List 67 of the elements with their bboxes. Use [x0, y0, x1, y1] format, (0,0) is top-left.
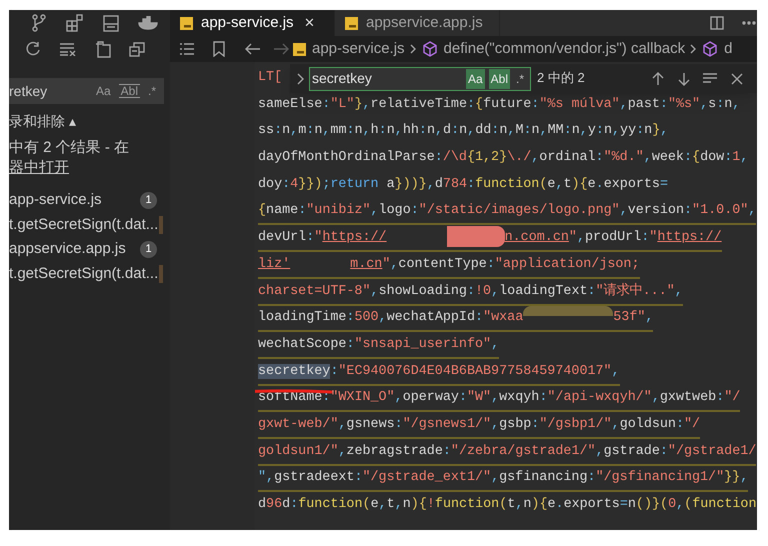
more-actions-icon[interactable] [742, 21, 756, 25]
js-file-icon [293, 42, 306, 56]
regex-toggle[interactable]: .* [514, 68, 526, 88]
editor-tab[interactable]: app-service.js × [170, 10, 335, 36]
code-line: {name:"unibiz",logo:"/static/images/logo.png",version:"1.0.0", [258, 199, 756, 226]
open-in-editor-link[interactable]: 器中打开 [9, 158, 69, 178]
code-line: loadingTime:500,wechatAppId:"wxaa 53f", [258, 306, 654, 332]
match-case-toggle[interactable]: Aa [94, 82, 113, 100]
filter-toggle[interactable]: 录和排除 ▴ [9, 110, 170, 132]
forward-arrow-icon[interactable] [273, 43, 289, 55]
collapse-all-icon[interactable] [129, 41, 145, 57]
regex-toggle[interactable]: .* [146, 82, 158, 100]
match-count-badge: 1 [140, 240, 157, 258]
breadcrumb-file[interactable]: app-service.js [312, 38, 405, 60]
code-line: liz' m.cn",contentType:"application/json; [258, 252, 640, 279]
extensions-icon[interactable] [66, 14, 84, 32]
bookmark-icon[interactable] [213, 41, 225, 57]
code-line: wechatScope:"snsapi_userinfo", [258, 332, 500, 359]
chevron-right-icon[interactable] [296, 72, 304, 84]
result-file[interactable]: appservice.app.js [9, 238, 140, 260]
next-match-icon[interactable] [678, 72, 690, 86]
result-match[interactable]: t.getSecretSign(t.dat... [9, 262, 158, 285]
split-editor-icon[interactable] [710, 16, 724, 30]
find-in-selection-icon[interactable] [702, 72, 718, 84]
new-file-icon[interactable] [95, 40, 111, 58]
code-line: LT[ [258, 69, 282, 87]
code-line: ss:n,m:n,mm:n,h:n,hh:n,d:n,dd:n,M:n,MM:n,y:n,yy:n}, [258, 122, 668, 140]
overview-mark [159, 264, 164, 283]
cube-icon [422, 41, 438, 57]
cube-icon [702, 41, 718, 57]
code-line: dayOfMonthOrdinalParse:/\d{1,2}\./,ordinal:"%d.",week:{dow:1, [258, 149, 748, 168]
whole-word-toggle[interactable]: Abl [118, 84, 140, 98]
whole-word-toggle[interactable]: Abl [488, 68, 510, 88]
clear-results-icon[interactable] [59, 42, 77, 56]
code-line: goldsun1/",zebragstrade:"/zebra/gstrade1/",gstrade:"/gstrade1/ [258, 440, 756, 466]
close-tab-button[interactable]: × [304, 10, 314, 36]
close-icon[interactable] [731, 72, 743, 84]
previous-match-icon[interactable] [652, 72, 664, 86]
js-file-icon [180, 16, 193, 30]
breadcrumb-symbol[interactable]: define("common/vendor.js") callback [444, 38, 686, 60]
code-line: secretkey:"EC940076D4E04B6BAB97758459740017", [258, 360, 620, 386]
code-line: gxwt-web/",gsnews:"/gsnews1/",gsbp:"/gsbp1/",goldsun:"/ [258, 412, 700, 439]
code-line: sameElse:"L"},relativeTime:{future:"%s múlva",past:"%s",s:n, [258, 96, 740, 114]
results-summary: 中有 2 个结果 - 在 [9, 138, 130, 158]
js-file-icon [345, 16, 358, 30]
redaction-mark [446, 226, 505, 248]
whale-icon[interactable] [138, 16, 158, 30]
code-line: softName:"WXIN_O",operway:"W",wxqyh:"/api-wxqyh/",gxwtweb:"/ [258, 386, 740, 412]
back-arrow-icon[interactable] [245, 43, 261, 55]
code-line: doy:4}});return a}))},d784:function(e,t){e.exports= [258, 176, 668, 194]
panel-icon[interactable] [103, 14, 119, 32]
search-field[interactable]: retkey Aa Abl .* [9, 78, 164, 104]
match-count: 2 中的 2 [537, 69, 586, 88]
source-control-icon[interactable] [31, 14, 47, 32]
overview-mark [159, 216, 164, 234]
code-line: ",gstradeext:"/gstrade_ext1/",gsfinancing:"/gsfinancing1/"}}, [258, 466, 748, 492]
refresh-icon[interactable] [25, 41, 41, 57]
breadcrumb-symbol[interactable]: d [724, 38, 732, 60]
chevron-right-icon[interactable] [690, 44, 696, 54]
result-match[interactable]: t.getSecretSign(t.dat... [9, 214, 158, 236]
chevron-right-icon[interactable] [410, 44, 416, 54]
result-file[interactable]: app-service.js [9, 189, 140, 212]
match-count-badge: 1 [140, 192, 157, 209]
code-line: d96d:function(e,t,n){!function(t,n){e.exports=n()}(0,(function [258, 496, 757, 514]
match-case-toggle[interactable]: Aa [466, 68, 485, 88]
find-field[interactable]: secretkey Aa Abl .* [309, 66, 531, 90]
list-icon[interactable] [179, 43, 195, 55]
